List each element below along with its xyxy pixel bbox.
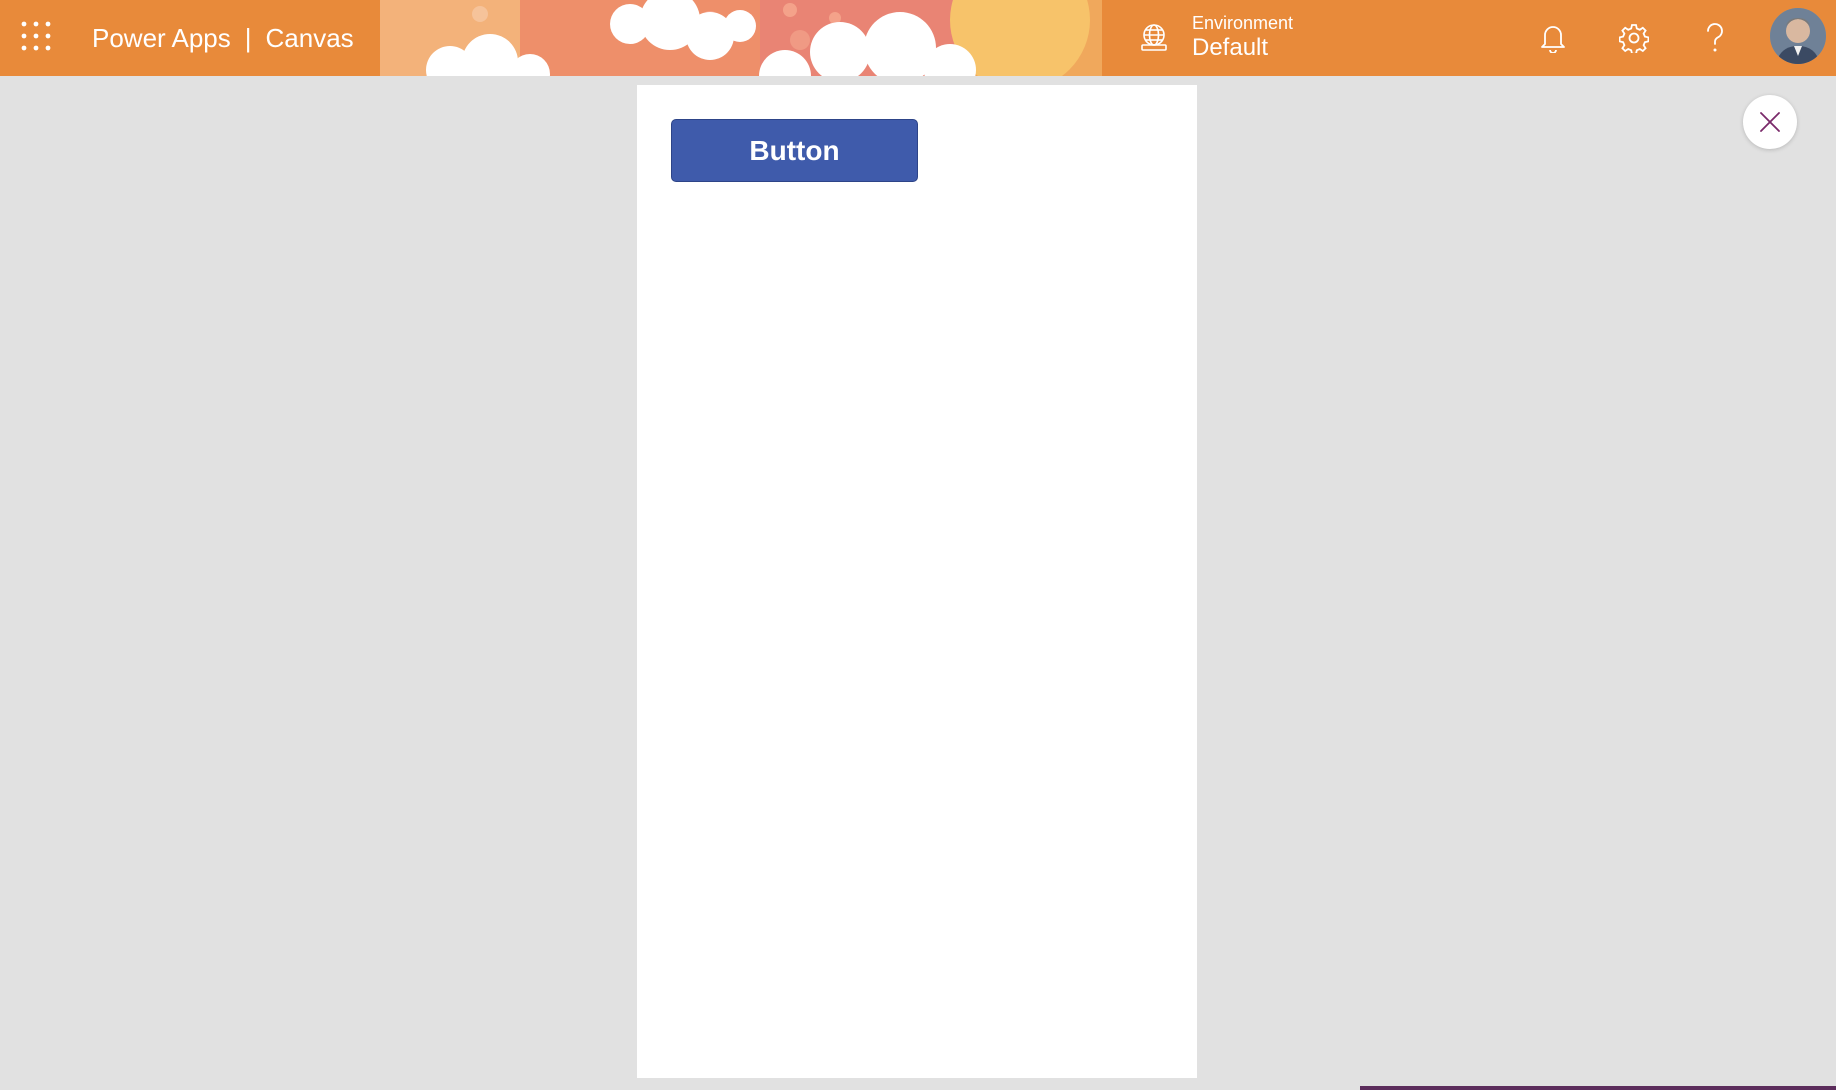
settings-button[interactable] bbox=[1616, 20, 1652, 56]
waffle-icon bbox=[21, 21, 51, 51]
close-icon bbox=[1760, 112, 1780, 132]
profile-photo bbox=[1770, 8, 1826, 64]
app-screen: Button bbox=[637, 85, 1197, 1078]
product-name: Power Apps bbox=[92, 22, 231, 53]
user-avatar[interactable] bbox=[1770, 8, 1826, 64]
product-mode: Canvas bbox=[265, 22, 354, 53]
banner-illustration bbox=[380, 0, 1102, 76]
help-button[interactable] bbox=[1697, 20, 1733, 56]
top-banner: Power Apps | Canvas Environment Default bbox=[0, 0, 1836, 76]
notifications-button[interactable] bbox=[1535, 20, 1571, 56]
app-launcher-button[interactable] bbox=[18, 18, 54, 54]
product-title[interactable]: Power Apps | Canvas bbox=[92, 0, 354, 76]
bell-icon bbox=[1541, 26, 1565, 53]
app-button[interactable]: Button bbox=[671, 119, 918, 182]
help-icon bbox=[1707, 23, 1723, 52]
close-preview-button[interactable] bbox=[1743, 95, 1797, 149]
gear-icon bbox=[1619, 24, 1649, 53]
environment-label: Environment bbox=[1192, 13, 1294, 33]
environment-picker[interactable]: Environment Default bbox=[1138, 0, 1293, 76]
environment-value: Default bbox=[1192, 34, 1269, 61]
window-edge-accent bbox=[1360, 1086, 1836, 1090]
globe-icon bbox=[1141, 24, 1167, 51]
title-separator: | bbox=[244, 22, 252, 53]
